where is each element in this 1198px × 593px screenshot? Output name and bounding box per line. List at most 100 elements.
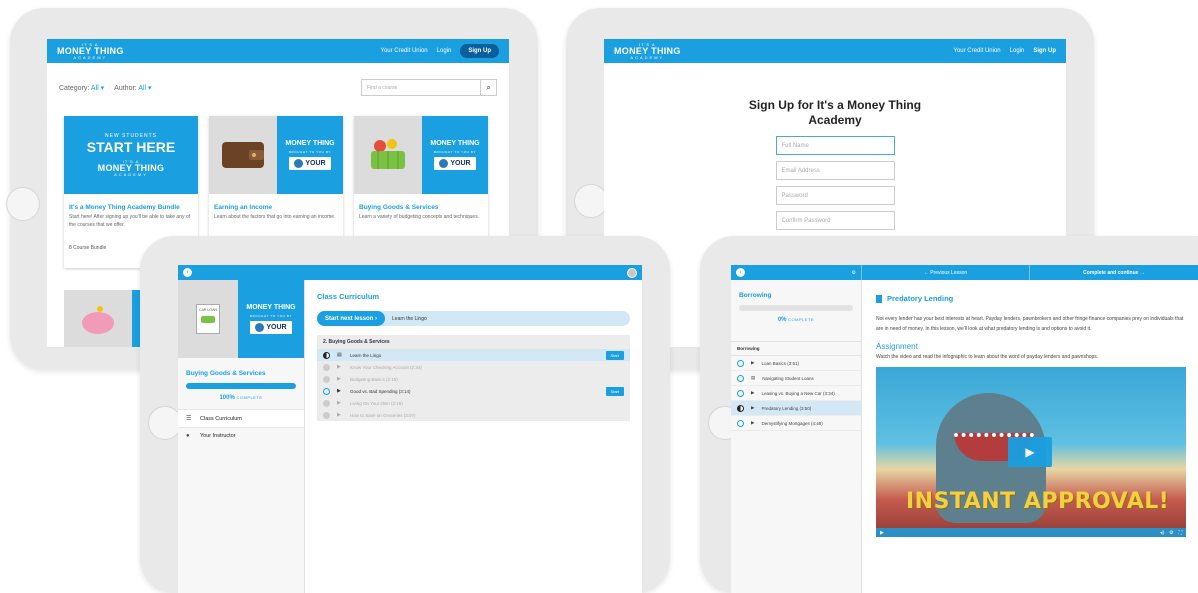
gear-icon[interactable]: ⚙ bbox=[852, 270, 856, 276]
course-body: CAR LOAN MONEY THING BROUGHT TO YOU BY Y… bbox=[178, 280, 642, 593]
start-button[interactable]: Start bbox=[605, 350, 624, 360]
signup-link[interactable]: Sign Up bbox=[1033, 48, 1056, 54]
confirm-password-field[interactable]: Confirm Password bbox=[775, 211, 895, 230]
signup-button[interactable]: Sign Up bbox=[460, 44, 499, 58]
lesson-item[interactable]: ▶ Leasing vs. Buying a New Car (3:34) bbox=[731, 386, 861, 401]
lesson-title: Predatory Lending bbox=[876, 294, 1186, 303]
play-icon[interactable]: ▶ bbox=[1008, 437, 1052, 467]
fullscreen-icon[interactable]: ⛶ bbox=[1178, 530, 1182, 536]
full-name-field[interactable]: Full Name bbox=[775, 136, 895, 155]
lesson-item[interactable]: ▶ Predatory Lending (3:50) bbox=[731, 401, 861, 416]
assignment-heading: Assignment bbox=[876, 342, 918, 351]
credit-union-link[interactable]: Your Credit Union bbox=[954, 48, 1001, 54]
video-player[interactable]: ▶ INSTANT APPROVAL! ▶ ◂) ⚙ ⛶ bbox=[876, 367, 1186, 537]
lesson-item[interactable]: ▶ Loan Basics (3:51) bbox=[731, 356, 861, 371]
card-description: Start here! After signing up you'll be a… bbox=[69, 214, 191, 228]
piggy-bank-icon bbox=[64, 290, 132, 347]
lesson-item[interactable]: ▤ Navigating Student Loans bbox=[731, 371, 861, 386]
site-header: IT'S A MONEY THING ACADEMY Your Credit U… bbox=[604, 39, 1066, 63]
play-icon[interactable]: ▶ bbox=[880, 530, 884, 536]
curriculum-screen: ‹ CAR LOAN MONEY THING BROUGHT TO YOU BY… bbox=[178, 265, 642, 593]
email-field[interactable]: Email Address bbox=[775, 161, 895, 180]
section-header: 2. Buying Goods & Services bbox=[323, 339, 390, 345]
site-header: IT'S A MONEY THING ACADEMY Your Credit U… bbox=[47, 39, 509, 63]
lesson-row[interactable]: ▶ Budgeting Basics (2:16) bbox=[317, 373, 630, 385]
nav-your-instructor[interactable]: ● Your Instructor bbox=[178, 427, 304, 444]
avatar[interactable] bbox=[627, 267, 637, 278]
back-arrow-icon[interactable]: ‹ bbox=[736, 268, 745, 277]
previous-lesson-button[interactable]: ← Previous Lesson bbox=[862, 265, 1030, 280]
person-icon: ● bbox=[186, 433, 190, 439]
video-caption: INSTANT APPROVAL! bbox=[906, 489, 1170, 514]
lesson-row[interactable]: ▶ Good vs. Bad Spending (3:14) Start bbox=[317, 385, 630, 397]
card-title[interactable]: Buying Goods & Services bbox=[354, 194, 488, 214]
assignment-text: Watch the video and read the infographic… bbox=[876, 354, 1099, 360]
login-link[interactable]: Login bbox=[1010, 48, 1025, 54]
nav-class-curriculum[interactable]: ☰ Class Curriculum bbox=[178, 409, 304, 427]
page-title: Class Curriculum bbox=[317, 292, 380, 301]
header-links: Your Credit Union Login Sign Up bbox=[381, 44, 499, 58]
video-icon: ▶ bbox=[751, 405, 755, 410]
course-title: Borrowing bbox=[739, 292, 772, 299]
next-lesson-bar: Start next lesson › Learn the Lingo bbox=[317, 311, 630, 326]
document-icon: ▤ bbox=[751, 375, 756, 380]
login-link[interactable]: Login bbox=[437, 48, 452, 54]
money-thing-logo[interactable]: IT'S A MONEY THING ACADEMY bbox=[57, 42, 124, 60]
document-icon bbox=[876, 294, 882, 303]
status-complete-icon bbox=[323, 363, 330, 371]
progress-text: 100% COMPLETE bbox=[219, 395, 263, 401]
lesson-body: Borrowing 0% COMPLETE Borrowing ▶ Loan Ba… bbox=[731, 280, 1198, 593]
course-sidebar: CAR LOAN MONEY THING BROUGHT TO YOU BY Y… bbox=[178, 280, 305, 593]
home-button bbox=[574, 184, 608, 218]
status-half-icon bbox=[737, 404, 744, 412]
status-open-icon bbox=[323, 387, 330, 395]
your-credit-union-logo: YOUR bbox=[289, 157, 331, 170]
status-open-icon bbox=[737, 419, 744, 427]
card-title[interactable]: It's a Money Thing Academy Bundle bbox=[64, 194, 198, 214]
filter-bar: Category: All ▾ Author: All ▾ Find a cou… bbox=[47, 63, 509, 96]
video-icon: ▶ bbox=[337, 412, 341, 418]
home-button bbox=[148, 406, 182, 440]
lesson-paragraph: Not every lender has your best interests… bbox=[876, 316, 1184, 332]
home-button bbox=[6, 187, 40, 221]
lesson-row[interactable]: ▤ Learn the Lingo Start bbox=[317, 349, 630, 361]
course-nav: ☰ Class Curriculum ● Your Instructor bbox=[178, 409, 304, 444]
money-thing-logo[interactable]: IT'S A MONEY THING ACADEMY bbox=[614, 42, 681, 60]
video-icon: ▶ bbox=[337, 388, 341, 394]
back-arrow-icon[interactable]: ‹ bbox=[183, 268, 192, 277]
list-icon: ☰ bbox=[186, 416, 192, 422]
search-input[interactable]: Find a course bbox=[362, 80, 480, 95]
section-header: Borrowing bbox=[731, 341, 861, 356]
start-button[interactable]: Start bbox=[605, 386, 624, 396]
settings-icon[interactable]: ⚙ bbox=[1169, 530, 1173, 536]
password-field[interactable]: Password bbox=[775, 186, 895, 205]
lesson-row[interactable]: ▶ How to Save on Groceries (3:07) bbox=[317, 409, 630, 421]
complete-continue-button[interactable]: Complete and continue → bbox=[1030, 265, 1198, 280]
status-complete-icon bbox=[323, 411, 330, 419]
money-thing-logo: IT'S A MONEY THING ACADEMY bbox=[97, 159, 165, 177]
tablet-curriculum: ‹ CAR LOAN MONEY THING BROUGHT TO YOU BY… bbox=[140, 236, 670, 593]
card-description: Learn about the factors that go into ear… bbox=[214, 214, 336, 220]
status-complete-icon bbox=[323, 399, 330, 407]
category-filter[interactable]: Category: All ▾ bbox=[59, 84, 104, 92]
video-controls: ▶ ◂) ⚙ ⛶ bbox=[876, 528, 1186, 537]
search-icon[interactable]: ⌕ bbox=[480, 80, 496, 95]
card-title[interactable]: Earning an Income bbox=[209, 194, 343, 214]
author-filter[interactable]: Author: All ▾ bbox=[114, 84, 151, 92]
car-loan-icon: CAR LOAN bbox=[178, 280, 238, 358]
header-links: Your Credit Union Login Sign Up bbox=[954, 48, 1057, 54]
credit-union-link[interactable]: Your Credit Union bbox=[381, 48, 428, 54]
lesson-row[interactable]: ▶ Know Your Checking Account (2:34) bbox=[317, 361, 630, 373]
document-icon: ▤ bbox=[337, 352, 342, 358]
lesson-row[interactable]: ▶ Living On Your Own (2:16) bbox=[317, 397, 630, 409]
your-credit-union-logo: YOUR bbox=[434, 157, 476, 170]
wallet-icon bbox=[209, 116, 277, 194]
volume-icon[interactable]: ◂) bbox=[1160, 530, 1164, 536]
course-art: CAR LOAN MONEY THING BROUGHT TO YOU BY Y… bbox=[178, 280, 304, 358]
start-here-art: NEW STUDENTS START HERE IT'S A MONEY THI… bbox=[64, 116, 198, 194]
start-next-lesson-button[interactable]: Start next lesson › bbox=[317, 311, 386, 326]
lesson-item[interactable]: ▶ Demystifying Mortgages (4:48) bbox=[731, 416, 861, 431]
course-header: ‹ bbox=[178, 265, 642, 280]
lesson-main: Predatory Lending Not every lender has y… bbox=[862, 280, 1198, 593]
signup-form: Full Name Email Address Password Confirm… bbox=[775, 136, 895, 230]
